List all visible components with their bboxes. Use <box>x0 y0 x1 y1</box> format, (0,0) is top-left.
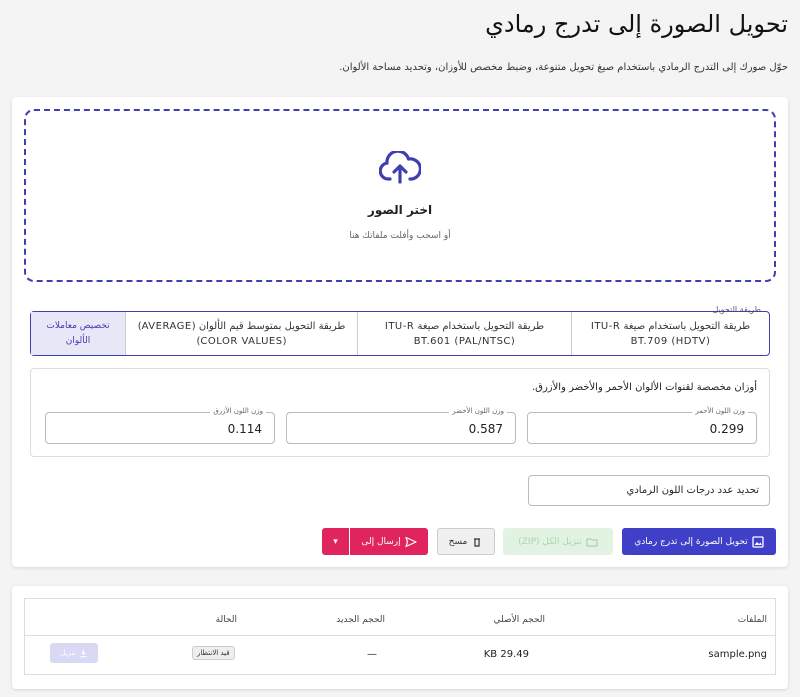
send-to-label: إرسال إلى <box>361 536 401 547</box>
send-to-button[interactable]: إرسال إلى <box>350 528 428 555</box>
green-weight-field[interactable]: وزن اللون الأخضر 0.587 <box>286 407 516 444</box>
dropzone-title: اختر الصور <box>367 203 433 217</box>
image-dropzone[interactable]: اختر الصور أو اسحب وأفلت ملفاتك هنا <box>24 109 776 282</box>
header-original-size: الحجم الأصلي <box>493 615 545 625</box>
dropzone-subtitle: أو اسحب وأفلت ملفاتك هنا <box>349 231 451 241</box>
custom-weights-panel: أوزان مخصصة لقنوات الألوان الأحمر والأخض… <box>30 368 770 457</box>
gray-levels-field[interactable]: تحديد عدد درجات اللون الرمادي <box>528 475 770 506</box>
red-weight-value: 0.299 <box>709 422 744 436</box>
send-icon <box>405 536 417 547</box>
method-option-bt601[interactable]: طريقة التحويل باستخدام صيغة ITU-R BT.601… <box>357 312 571 355</box>
header-files: الملفات <box>737 615 767 625</box>
converter-card: اختر الصور أو اسحب وأفلت ملفاتك هنا طريق… <box>12 97 788 567</box>
blue-weight-value: 0.114 <box>227 422 262 436</box>
red-weight-label: وزن اللون الأحمر <box>692 407 748 415</box>
download-button[interactable]: تنزيل <box>50 643 98 663</box>
send-to-dropdown[interactable]: ▾ <box>322 528 349 555</box>
download-zip-button[interactable]: تنزيل الكل (ZIP) <box>503 528 613 555</box>
weights-title: أوزان مخصصة لقنوات الألوان الأحمر والأخض… <box>532 382 757 393</box>
file-original-size: 29.49 KB <box>483 649 529 660</box>
green-weight-label: وزن اللون الأخضر <box>449 407 507 415</box>
page-title: تحويل الصورة إلى تدرج رمادي <box>485 10 788 38</box>
header-status: الحالة <box>215 615 237 625</box>
method-option-custom[interactable]: تخصيص معاملات الألوان <box>31 312 125 355</box>
method-option-average[interactable]: طريقة التحويل بمتوسط قيم الألوان (AVERAG… <box>125 312 357 355</box>
file-name: sample.png <box>708 649 767 660</box>
conversion-method-group: طريقة التحويل باستخدام صيغة ITU-R BT.709… <box>30 311 770 356</box>
clear-icon <box>474 537 481 547</box>
green-weight-value: 0.587 <box>468 422 503 436</box>
clear-button-label: مسح <box>448 536 468 547</box>
clear-button[interactable]: مسح <box>437 528 495 555</box>
convert-button[interactable]: تحويل الصورة إلى تدرج رمادي <box>622 528 776 555</box>
status-badge: قيد الانتظار <box>192 646 235 660</box>
table-divider <box>25 635 775 636</box>
page-description: حوّل صورك إلى التدرج الرمادي باستخدام صي… <box>339 62 788 73</box>
download-zip-label: تنزيل الكل (ZIP) <box>518 536 582 547</box>
file-new-size: — <box>367 649 377 660</box>
red-weight-field[interactable]: وزن اللون الأحمر 0.299 <box>527 407 757 444</box>
blue-weight-label: وزن اللون الأزرق <box>210 407 266 415</box>
convert-button-label: تحويل الصورة إلى تدرج رمادي <box>634 536 748 547</box>
image-icon <box>752 535 764 548</box>
cloud-upload-icon <box>379 151 421 184</box>
download-label: تنزيل <box>60 649 76 657</box>
files-table: الملفات الحجم الأصلي الحجم الجديد الحالة… <box>24 598 776 675</box>
blue-weight-field[interactable]: وزن اللون الأزرق 0.114 <box>45 407 275 444</box>
header-new-size: الحجم الجديد <box>336 615 385 625</box>
folder-icon <box>586 537 598 547</box>
files-card: الملفات الحجم الأصلي الحجم الجديد الحالة… <box>12 586 788 689</box>
caret-down-icon: ▾ <box>333 536 338 547</box>
method-option-bt709[interactable]: طريقة التحويل باستخدام صيغة ITU-R BT.709… <box>571 312 769 355</box>
download-icon <box>79 649 87 657</box>
